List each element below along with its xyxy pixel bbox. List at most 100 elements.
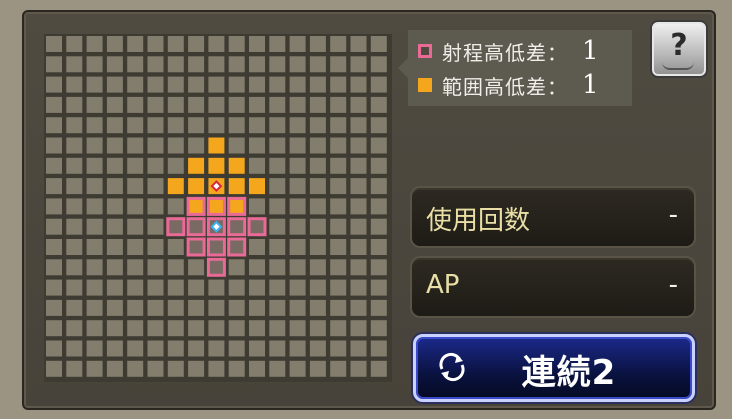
grid-cell xyxy=(249,36,265,52)
grid-cell xyxy=(106,36,123,52)
chain-button[interactable]: 連続2 xyxy=(413,334,695,402)
grid-cell xyxy=(269,360,286,377)
grid-cell xyxy=(86,299,103,316)
grid-cell xyxy=(289,320,306,337)
grid-cell xyxy=(66,96,83,113)
grid-cell xyxy=(289,259,306,276)
grid-cell-range-area xyxy=(227,196,247,216)
grid-cell xyxy=(147,279,164,296)
grid-cell xyxy=(46,218,62,235)
grid-cell xyxy=(86,157,103,174)
grid-cell xyxy=(269,299,286,316)
grid-cell xyxy=(86,218,103,235)
grid-cell xyxy=(249,76,265,93)
grid-cell xyxy=(228,299,245,316)
area-swatch xyxy=(418,78,432,92)
grid-cell xyxy=(147,360,164,377)
grid-cell xyxy=(330,279,347,296)
grid-cell xyxy=(208,36,225,52)
grid-cell xyxy=(208,299,225,316)
grid-cell xyxy=(147,157,164,174)
grid-cell xyxy=(208,96,225,113)
grid-cell xyxy=(249,157,265,174)
grid-cell xyxy=(309,36,326,52)
grid-cell xyxy=(289,96,306,113)
grid-cell xyxy=(370,117,387,134)
grid-cell xyxy=(188,117,205,134)
uses-count-value: - xyxy=(668,200,678,230)
grid-cell xyxy=(350,340,367,357)
grid-cell xyxy=(127,239,144,255)
grid-cell-area xyxy=(208,137,225,154)
grid-cell xyxy=(147,320,164,337)
grid-cell xyxy=(208,117,225,134)
grid-cell xyxy=(208,360,225,377)
grid-cell xyxy=(127,178,144,195)
grid-cell xyxy=(106,117,123,134)
grid-cell xyxy=(249,137,265,154)
grid-cell xyxy=(127,157,144,174)
grid-cell-range xyxy=(206,237,226,257)
range-height-value: 1 xyxy=(582,36,599,66)
grid-cell xyxy=(350,198,367,215)
grid-cell xyxy=(350,299,367,316)
grid-cell xyxy=(188,360,205,377)
grid-cell xyxy=(309,56,326,73)
grid-cell xyxy=(350,320,367,337)
area-height-value: 1 xyxy=(582,70,599,100)
grid-cell xyxy=(249,299,265,316)
grid-cell xyxy=(309,198,326,215)
grid-cell xyxy=(106,259,123,276)
grid-cell xyxy=(106,76,123,93)
grid-cell-range xyxy=(186,217,206,237)
grid-cell xyxy=(66,259,83,276)
grid-cell xyxy=(370,56,387,73)
grid-cell xyxy=(350,218,367,235)
grid-cell xyxy=(188,76,205,93)
grid-cell xyxy=(370,279,387,296)
grid-cell xyxy=(370,340,387,357)
grid-cell xyxy=(309,76,326,93)
grid-cell xyxy=(330,320,347,337)
grid-cell xyxy=(289,299,306,316)
grid-cell xyxy=(167,198,184,215)
grid-cell xyxy=(269,36,286,52)
grid-cell xyxy=(86,178,103,195)
grid-cell xyxy=(147,340,164,357)
grid-cell xyxy=(309,178,326,195)
help-button[interactable]: ? xyxy=(650,20,708,78)
area-height-label: 範囲高低差： xyxy=(442,74,568,99)
grid-cell xyxy=(86,76,103,93)
grid-cell xyxy=(370,239,387,255)
grid-cell xyxy=(86,360,103,377)
grid-cell-range xyxy=(227,217,247,237)
grid-cell xyxy=(127,320,144,337)
grid-cell-area xyxy=(228,178,245,195)
grid-cell xyxy=(188,36,205,52)
grid-cell xyxy=(370,178,387,195)
grid-cell xyxy=(46,279,62,296)
grid-cell xyxy=(350,279,367,296)
grid-cell xyxy=(289,76,306,93)
grid-cell xyxy=(46,56,62,73)
grid-cell xyxy=(269,76,286,93)
grid-cell xyxy=(46,198,62,215)
grid-cell-range xyxy=(206,257,226,277)
grid-cell xyxy=(66,218,83,235)
grid-cell xyxy=(330,239,347,255)
grid-cell xyxy=(106,198,123,215)
grid-cell xyxy=(289,36,306,52)
ap-value: - xyxy=(668,270,678,300)
grid-cell xyxy=(106,178,123,195)
grid-cell xyxy=(127,259,144,276)
range-height-label: 射程高低差： xyxy=(442,40,568,65)
grid-cell xyxy=(106,137,123,154)
grid-cell xyxy=(147,239,164,255)
grid-cell xyxy=(46,36,62,52)
ap-box: AP - xyxy=(410,256,696,318)
grid-cell xyxy=(269,198,286,215)
grid-cell xyxy=(86,198,103,215)
grid-cell xyxy=(228,259,245,276)
grid-cell xyxy=(289,279,306,296)
grid-cell xyxy=(370,76,387,93)
